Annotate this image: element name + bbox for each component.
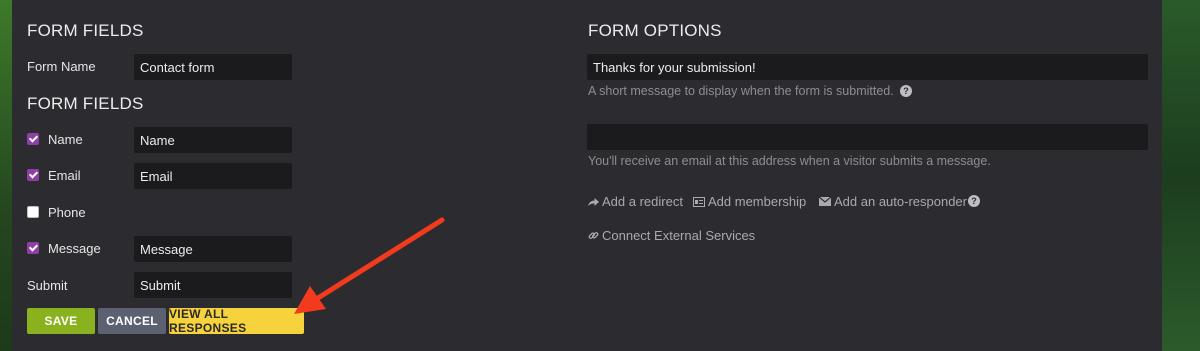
email-field-label: Email [48, 168, 81, 183]
form-fields-subheading: FORM FIELDS [27, 94, 144, 113]
submit-text-input[interactable] [134, 272, 292, 298]
add-redirect-label: Add a redirect [602, 194, 683, 209]
autoresponder-help-icon[interactable]: ? [968, 195, 980, 207]
form-options-heading: FORM OPTIONS [588, 21, 722, 40]
question-circle-icon[interactable]: ? [900, 85, 912, 97]
email-field-input[interactable] [134, 163, 292, 189]
add-autoresponder-link[interactable]: Add an auto-responder [819, 194, 967, 209]
add-membership-label: Add membership [708, 194, 807, 209]
name-field-label: Name [48, 132, 83, 147]
notification-email-help-text: You'll receive an email at this address … [588, 154, 991, 168]
save-button[interactable]: SAVE [27, 308, 95, 334]
phone-field-checkbox[interactable] [27, 206, 39, 218]
name-field-input[interactable] [134, 127, 292, 153]
connect-external-services-label: Connect External Services [602, 228, 756, 243]
success-message-help-text: A short message to display when the form… [588, 84, 894, 98]
submit-label: Submit [27, 278, 68, 293]
form-name-label: Form Name [27, 59, 96, 74]
connect-external-services-link[interactable]: Connect External Services [588, 228, 755, 243]
notification-email-input[interactable] [587, 124, 1148, 150]
message-field-label: Message [48, 241, 101, 256]
id-card-icon [693, 196, 705, 207]
form-name-input[interactable] [134, 54, 292, 80]
background-edge-left [0, 0, 12, 351]
message-field-checkbox[interactable] [27, 242, 39, 254]
form-fields-heading: FORM FIELDS [27, 21, 144, 40]
add-autoresponder-label: Add an auto-responder [834, 194, 967, 209]
add-membership-link[interactable]: Add membership [693, 194, 806, 209]
red-arrow-icon [294, 217, 445, 314]
phone-field-label: Phone [48, 205, 86, 220]
link-icon [588, 230, 599, 241]
success-message-input[interactable] [587, 54, 1148, 80]
message-field-input[interactable] [134, 236, 292, 262]
name-field-checkbox[interactable] [27, 133, 39, 145]
background-edge-right [1162, 0, 1200, 351]
envelope-icon [819, 197, 831, 206]
add-redirect-link[interactable]: Add a redirect [588, 194, 683, 209]
cancel-button[interactable]: CANCEL [98, 308, 166, 334]
share-arrow-icon [588, 197, 599, 207]
email-field-checkbox[interactable] [27, 169, 39, 181]
